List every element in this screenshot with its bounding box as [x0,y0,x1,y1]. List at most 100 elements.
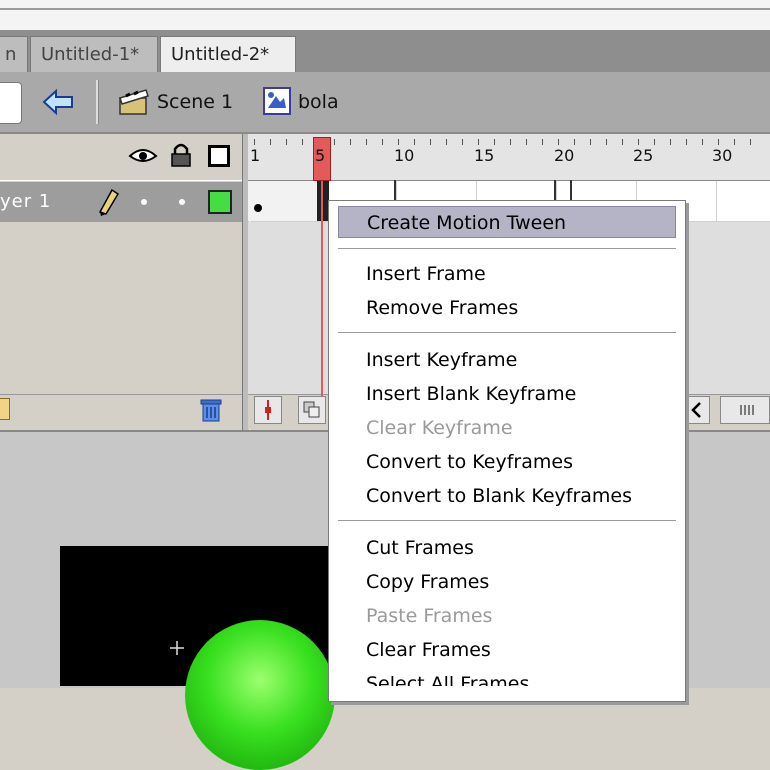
menu-item-convert-to-blank-keyframes[interactable]: Convert to Blank Keyframes [338,480,676,512]
onion-skin-icon [303,401,320,418]
ruler-tick [574,139,575,145]
menu-separator [338,332,676,334]
playhead-line [321,181,323,396]
horizontal-scrollbar-thumb[interactable] [720,396,770,424]
ruler-tick [414,139,415,145]
center-frame-icon [265,400,271,420]
ruler-tick [606,139,607,145]
menu-item-label: Clear Keyframe [366,417,513,439]
ruler-tick [286,139,287,145]
ruler-tick [542,139,543,145]
tab-untitled-1[interactable]: Untitled-1* [30,36,158,72]
layer-outline-color-icon[interactable] [208,190,232,214]
layer-panel-body [0,222,242,394]
scene-breadcrumb[interactable]: Scene 1 [157,88,233,116]
onion-skin-button[interactable] [298,396,326,424]
folder-icon[interactable] [0,398,10,420]
visibility-dot-icon[interactable] [141,199,147,205]
ruler-tick [494,139,495,145]
ruler-tick [430,139,431,145]
menu-item-select-all-frames[interactable]: Select All Frames [338,668,676,686]
frame-number: 20 [554,146,575,165]
ruler-tick [382,139,383,145]
menu-item-create-motion-tween[interactable]: Create Motion Tween [338,206,676,238]
menu-item-label: Convert to Blank Keyframes [366,485,633,507]
frame-number: 15 [474,146,495,165]
pencil-icon [98,188,120,216]
tab-label: Untitled-1* [41,44,140,65]
frame-cell-divider [716,181,717,221]
scroll-left-button[interactable] [684,396,710,424]
registration-point-icon [170,640,184,655]
playhead[interactable]: 5 [313,137,331,181]
ruler-tick [398,139,399,145]
ruler-tick [254,139,255,145]
menu-item-convert-to-keyframes[interactable]: Convert to Keyframes [338,446,676,478]
ruler-tick [510,139,511,145]
ruler-tick [702,139,703,145]
menu-item-insert-frame[interactable]: Insert Frame [338,258,676,290]
layer-header [0,134,242,181]
frame-number: 1 [250,146,261,165]
tab-label: Untitled-2* [171,44,270,65]
menu-item-clear-keyframe: Clear Keyframe [338,412,676,444]
outline-icon[interactable] [208,145,230,167]
menu-item-label: Convert to Keyframes [366,451,573,473]
ruler-tick [734,139,735,145]
ruler-tick [638,139,639,145]
ruler-tick [446,139,447,145]
chevron-left-icon [691,402,701,418]
eye-icon[interactable] [128,146,158,166]
ruler-tick [686,139,687,145]
center-frame-button[interactable] [254,396,282,424]
back-arrow-icon [42,88,73,116]
ruler-tick [270,139,271,145]
ruler-tick [622,139,623,145]
tab-label: n [5,44,17,65]
ruler-tick [478,139,479,145]
ruler-tick [366,139,367,145]
menu-item-label: Insert Blank Keyframe [366,383,577,405]
menu-item-insert-blank-keyframe[interactable]: Insert Blank Keyframe [338,378,676,410]
menu-item-cut-frames[interactable]: Cut Frames [338,532,676,564]
symbol-breadcrumb[interactable]: bola [298,88,339,116]
ruler-tick [350,139,351,145]
menu-item-copy-frames[interactable]: Copy Frames [338,566,676,598]
ruler-tick [654,139,655,145]
menu-item-label: Clear Frames [366,639,491,661]
lock-icon[interactable] [170,142,192,168]
menu-item-label: Remove Frames [366,297,519,319]
back-button[interactable] [38,84,80,120]
ruler-tick [462,139,463,145]
ball-symbol[interactable] [185,620,335,770]
menu-item-label: Copy Frames [366,571,490,593]
edit-bar-field[interactable] [0,82,22,124]
menu-item-insert-keyframe[interactable]: Insert Keyframe [338,344,676,376]
lock-dot-icon[interactable] [179,199,185,205]
ruler-tick [302,139,303,145]
menu-item-clear-frames[interactable]: Clear Frames [338,634,676,666]
menu-item-label: Select All Frames [366,673,530,686]
frame-number: 25 [633,146,654,165]
layer-name[interactable]: yer 1 [0,190,51,214]
window-top-line [0,8,770,10]
ruler-tick [334,139,335,145]
ruler-tick [750,139,751,145]
menu-item-label: Create Motion Tween [367,212,567,234]
playhead-frame-number: 5 [315,146,326,165]
menu-separator [338,520,676,522]
tab-partial[interactable]: n [0,36,28,72]
grip-icon [740,405,754,415]
ruler-tick [590,139,591,145]
menu-item-label: Insert Frame [366,263,486,285]
menu-separator [338,248,676,250]
keyframe-dot[interactable] [254,204,262,212]
trash-icon[interactable] [200,398,222,422]
tab-untitled-2[interactable]: Untitled-2* [160,36,296,72]
frame-span[interactable] [248,181,318,221]
menu-item-remove-frames[interactable]: Remove Frames [338,292,676,324]
menu-item-label: Cut Frames [366,537,474,559]
ruler-tick [526,139,527,145]
menu-item-label: Paste Frames [366,605,493,627]
ruler-tick [718,139,719,145]
